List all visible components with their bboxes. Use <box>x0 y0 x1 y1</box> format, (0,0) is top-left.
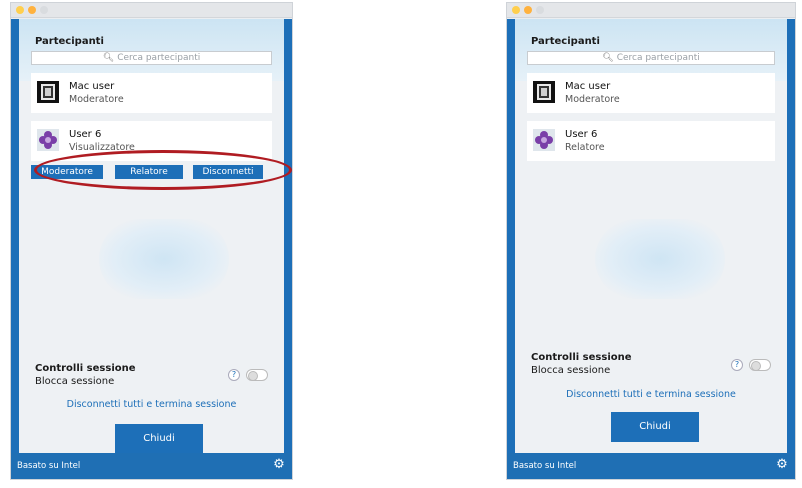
help-icon[interactable]: ? <box>731 359 743 371</box>
minimize-window-button[interactable] <box>28 6 36 14</box>
participant-card[interactable]: Mac user Moderatore <box>31 73 272 113</box>
film-icon <box>533 81 555 103</box>
title-bar <box>507 3 795 18</box>
search-placeholder: Cerca partecipanti <box>616 53 700 63</box>
zoom-window-button[interactable] <box>536 6 544 14</box>
participant-name: Mac user <box>565 81 611 92</box>
lock-session-label: Blocca sessione <box>35 376 115 387</box>
film-icon <box>37 81 59 103</box>
participants-window-right: Partecipanti 🔍︎ Cerca partecipanti Mac us… <box>506 2 796 480</box>
blurred-area <box>595 219 725 299</box>
flower-icon <box>37 129 59 151</box>
participant-card[interactable]: Mac user Moderatore <box>527 73 775 113</box>
session-controls-title: Controlli sessione <box>531 352 632 363</box>
participant-role: Moderatore <box>565 94 620 105</box>
help-icon[interactable]: ? <box>228 369 240 381</box>
zoom-window-button[interactable] <box>40 6 48 14</box>
participant-name: Mac user <box>69 81 115 92</box>
highlight-ring <box>34 150 292 190</box>
participant-role: Relatore <box>565 142 605 153</box>
gear-icon[interactable]: ⚙ <box>775 458 789 472</box>
participants-panel: Partecipanti 🔍︎ Cerca partecipanti Mac us… <box>19 19 284 454</box>
flower-icon <box>533 129 555 151</box>
session-controls-title: Controlli sessione <box>35 363 136 374</box>
footer-bar: Basato su Intel ⚙ <box>11 453 292 479</box>
search-placeholder: Cerca partecipanti <box>117 53 201 63</box>
lock-session-toggle[interactable] <box>246 369 268 381</box>
end-session-link[interactable]: Disconnetti tutti e termina sessione <box>515 389 787 400</box>
close-window-button[interactable] <box>16 6 24 14</box>
search-icon: 🔍︎ <box>602 53 614 63</box>
lock-session-toggle[interactable] <box>749 359 771 371</box>
participants-panel: Partecipanti 🔍︎ Cerca partecipanti Mac us… <box>515 19 787 453</box>
participant-name: User 6 <box>565 129 598 140</box>
blurred-area <box>99 219 229 299</box>
brand-label: Basato su Intel <box>17 461 81 471</box>
close-button[interactable]: Chiudi <box>611 412 699 442</box>
panel-header <box>515 19 787 81</box>
brand-label: Basato su Intel <box>513 461 577 471</box>
lock-session-label: Blocca sessione <box>531 365 611 376</box>
window-edge <box>11 19 19 453</box>
close-button[interactable]: Chiudi <box>115 424 203 454</box>
close-window-button[interactable] <box>512 6 520 14</box>
window-edge <box>507 19 515 453</box>
panel-title: Partecipanti <box>35 36 104 47</box>
search-input[interactable]: 🔍︎ Cerca partecipanti <box>31 51 272 65</box>
gear-icon[interactable]: ⚙ <box>272 458 286 472</box>
participants-window-left: Partecipanti 🔍︎ Cerca partecipanti Mac us… <box>10 2 293 480</box>
panel-title: Partecipanti <box>531 36 600 47</box>
minimize-window-button[interactable] <box>524 6 532 14</box>
panel-header <box>19 19 284 81</box>
participant-card[interactable]: User 6 Relatore <box>527 121 775 161</box>
title-bar <box>11 3 292 18</box>
search-icon: 🔍︎ <box>102 53 115 63</box>
search-input[interactable]: 🔍︎ Cerca partecipanti <box>527 51 775 65</box>
participant-role: Moderatore <box>69 94 124 105</box>
participant-name: User 6 <box>69 129 102 140</box>
window-edge <box>284 19 292 453</box>
footer-bar: Basato su Intel ⚙ <box>507 453 795 479</box>
window-edge <box>787 19 795 453</box>
end-session-link[interactable]: Disconnetti tutti e termina sessione <box>19 399 284 410</box>
